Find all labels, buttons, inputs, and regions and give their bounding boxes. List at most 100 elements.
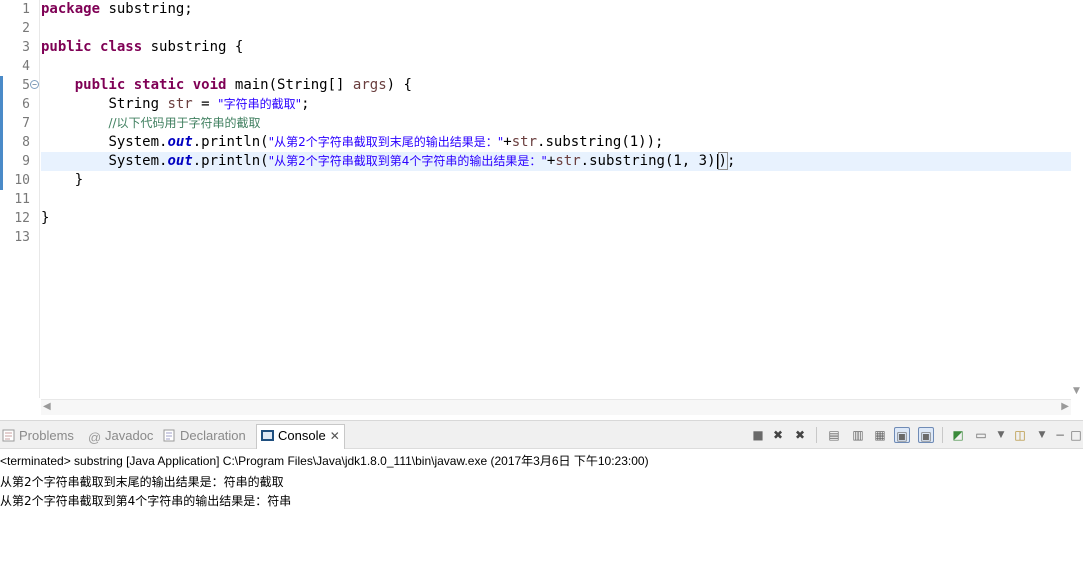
horizontal-scrollbar[interactable]: ◀ ▶ [41,399,1071,415]
line-number: 8 [22,135,30,150]
text-caret [716,153,718,169]
line-number: 12 [14,211,30,226]
tab-javadoc[interactable]: @ Javadoc [88,425,153,447]
code-line: public static void main(String[] args) { [41,76,1071,95]
line-number-gutter: 1 2 3 4 5 6 7 8 9 10 11 12 13 − [0,0,40,398]
code-text: main(String[] [226,77,353,93]
scroll-right-arrow-icon[interactable]: ▶ [1061,401,1069,412]
scroll-left-arrow-icon[interactable]: ◀ [43,401,51,412]
parameter: args [352,77,387,93]
view-tab-bar: Problems @ Javadoc Declaration Console ✕ ■… [0,421,1083,449]
current-code-line: System.out.println("从第2个字符串截取到第4个字符串的输出结… [41,152,1071,171]
tab-label: Console [278,428,326,443]
show-on-stderr-icon[interactable]: ▣ [918,427,934,443]
chevron-down-icon[interactable]: ▼ [993,427,1009,443]
line-number: 10 [14,173,30,188]
toolbar-separator [816,427,817,443]
console-process-label: <terminated> substring [Java Application… [0,454,649,468]
tab-label: Declaration [180,428,246,443]
remove-all-terminated-icon[interactable]: ✖ [792,427,808,443]
string-literal: "从第2个字符串截取到第4个字符串的输出结果是：" [268,154,547,168]
code-area[interactable]: package substring; public class substrin… [41,0,1071,398]
declaration-icon [163,429,175,442]
code-text: = [192,96,219,112]
at-sign-icon: @ [88,430,102,445]
fold-collapse-icon[interactable]: − [30,80,39,89]
clear-console-icon[interactable]: ▤ [826,427,842,443]
line-number: 4 [22,59,30,74]
chevron-down-icon[interactable]: ▼ [1034,427,1050,443]
variable: str [555,153,581,169]
tab-console[interactable]: Console ✕ [256,424,345,449]
code-text: ) { [386,77,412,93]
line-number: 7 [22,116,30,131]
problems-icon [2,429,15,442]
code-text: } [41,210,50,226]
line-number: 13 [14,230,30,245]
tab-problems[interactable]: Problems [2,425,74,447]
tab-label: Problems [19,428,74,443]
code-text: String [108,96,168,112]
code-text: ; [301,96,310,112]
code-line: //以下代码用于字符串的截取 [41,114,1071,133]
console-output-line: 从第2个字符串截取到第4个字符串的输出结果是：符串 [0,494,292,508]
keyword: static [133,77,185,93]
code-text: System. [108,134,168,150]
code-text: substring; [100,1,193,17]
remove-launch-icon[interactable]: ✖ [770,427,786,443]
code-line: System.out.println("从第2个字符串截取到末尾的输出结果是："… [41,133,1071,152]
code-line: } [41,209,1071,228]
string-literal: "从第2个字符串截取到末尾的输出结果是：" [268,135,504,149]
comment: //以下代码用于字符串的截取 [108,116,261,130]
display-console-icon[interactable]: ▭ [973,427,989,443]
code-line: package substring; [41,0,1071,19]
code-text: ; [726,153,736,169]
code-text: .println( [192,134,269,150]
vertical-scrollbar[interactable]: ▼ [1071,0,1083,398]
code-text: .println( [192,153,269,169]
keyword: package [41,1,101,17]
console-output-line: 从第2个字符串截取到末尾的输出结果是：符串的截取 [0,475,284,489]
tab-declaration[interactable]: Declaration [163,425,246,447]
pin-console-icon[interactable]: ◩ [950,427,966,443]
terminate-icon[interactable]: ■ [750,427,766,443]
code-text: substring { [142,39,244,55]
word-wrap-icon[interactable]: ▦ [872,427,888,443]
code-text: } [74,172,84,188]
field: out [167,153,193,169]
console-icon [261,430,274,441]
toolbar-separator [942,427,943,443]
keyword: class [100,39,143,55]
line-number: 3 [22,40,30,55]
variable: str [511,134,538,150]
views-panel: Problems @ Javadoc Declaration Console ✕ ■… [0,420,1083,576]
maximize-icon[interactable]: □ [1068,427,1083,443]
tab-label: Javadoc [105,428,154,443]
line-number: 9 [22,154,30,169]
open-console-icon[interactable]: ◫ [1012,427,1028,443]
line-number: 11 [14,192,30,207]
scroll-lock-icon[interactable]: ▥ [850,427,866,443]
matching-bracket: ) [717,152,729,170]
keyword: void [192,77,227,93]
code-text: System. [108,153,168,169]
keyword: public [74,77,126,93]
line-number: 5 [22,78,30,93]
string-literal: "字符串的截取" [218,97,302,111]
line-number: 1 [22,2,30,17]
close-icon[interactable]: ✕ [330,429,340,443]
minimize-icon[interactable]: − [1052,427,1068,443]
code-text: .substring(1)); [537,134,664,150]
variable: str [167,96,193,112]
scroll-down-arrow-icon[interactable]: ▼ [1073,386,1080,396]
code-text: .substring(1, 3) [580,153,716,169]
code-line: public class substring { [41,38,1071,57]
keyword: public [41,39,92,55]
show-on-stdout-icon[interactable]: ▣ [894,427,910,443]
code-line: } [41,171,1071,190]
code-text: + [503,134,512,150]
line-number: 2 [22,21,30,36]
code-editor[interactable]: 1 2 3 4 5 6 7 8 9 10 11 12 13 − package … [0,0,1083,418]
line-number: 6 [22,97,30,112]
field: out [167,134,193,150]
